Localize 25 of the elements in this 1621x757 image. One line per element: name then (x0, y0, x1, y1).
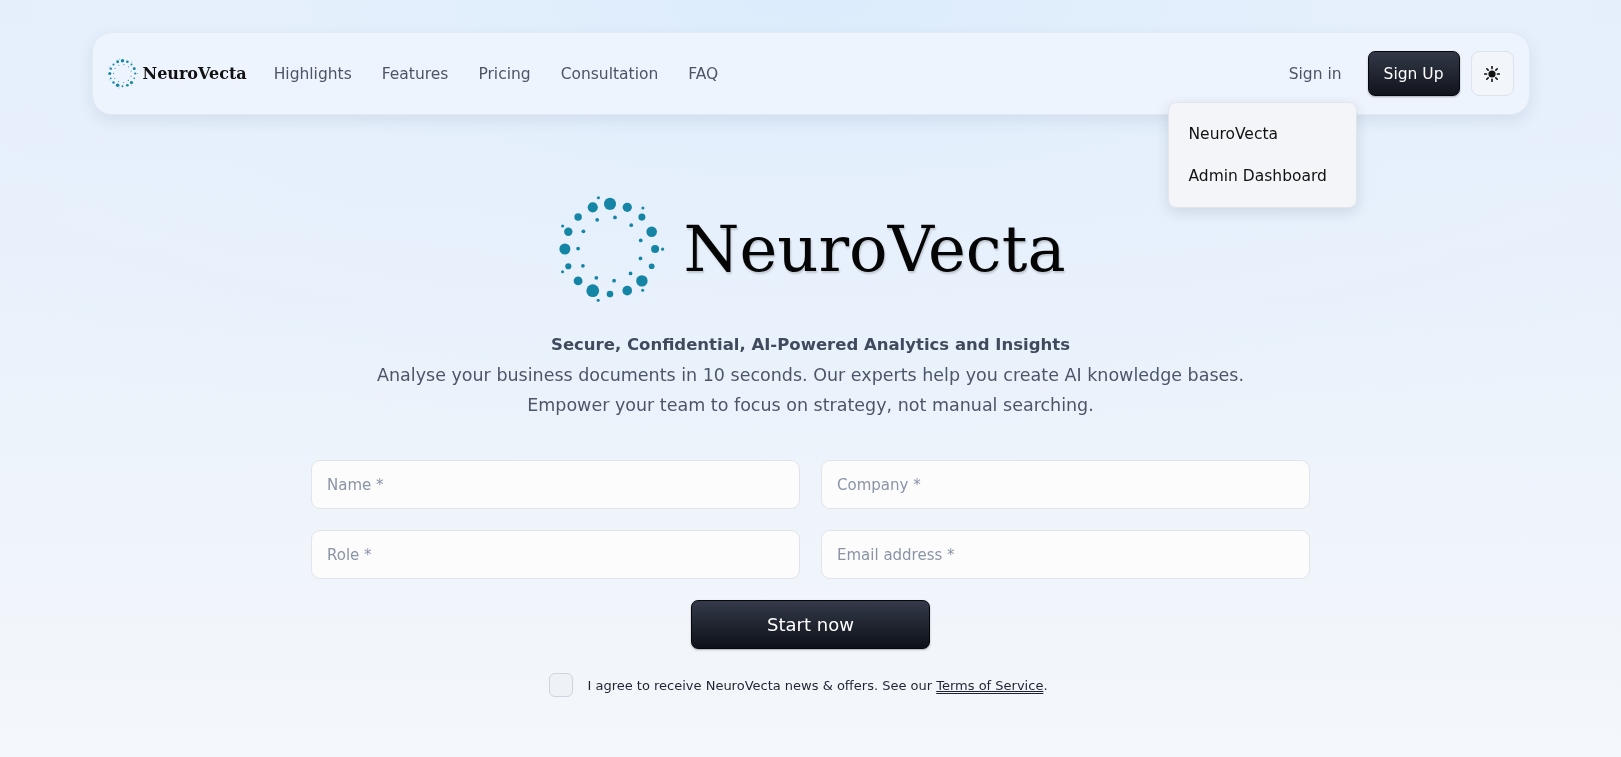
nav-link[interactable]: Highlights (273, 64, 352, 83)
nav-link[interactable]: FAQ (688, 64, 719, 83)
brand-name: NeuroVecta (683, 216, 1066, 281)
sign-up-button[interactable]: Sign Up (1367, 51, 1460, 96)
input-field[interactable]: Company * (821, 460, 1310, 509)
nav-link[interactable]: Features (381, 64, 449, 83)
sign-in-link[interactable]: Sign in (1288, 64, 1342, 83)
description-line: Analyse your business documents in 10 seconds. Our experts help you create AI knowledge bases. (377, 364, 1244, 387)
menu-item[interactable]: Admin Dashboard (1168, 155, 1356, 197)
terms-of-service-link[interactable]: Terms of Service (936, 677, 1044, 693)
input-field[interactable]: Name * (311, 460, 800, 509)
theme-toggle-button[interactable] (1470, 51, 1514, 96)
sun-icon (1484, 65, 1500, 82)
nav-link[interactable]: Consultation (560, 64, 659, 83)
start-now-button[interactable]: Start now (691, 600, 930, 649)
nav-link[interactable]: Pricing (478, 64, 531, 83)
consent-text: I agree to receive NeuroVecta news & offers. See our Terms of Service. (587, 677, 1048, 693)
tagline: Secure, Confidential, AI-Powered Analytics and Insights (551, 334, 1070, 356)
input-field[interactable]: Role * (311, 530, 800, 579)
home-logo-link[interactable]: NeuroVecta (106, 58, 247, 89)
logo-icon (106, 58, 138, 89)
input-field[interactable]: Email address * (821, 530, 1310, 579)
consent-checkbox[interactable] (549, 673, 574, 697)
description-line: Empower your team to focus on strategy, not manual searching. (527, 394, 1094, 417)
menu-item[interactable]: NeuroVecta (1168, 113, 1356, 155)
